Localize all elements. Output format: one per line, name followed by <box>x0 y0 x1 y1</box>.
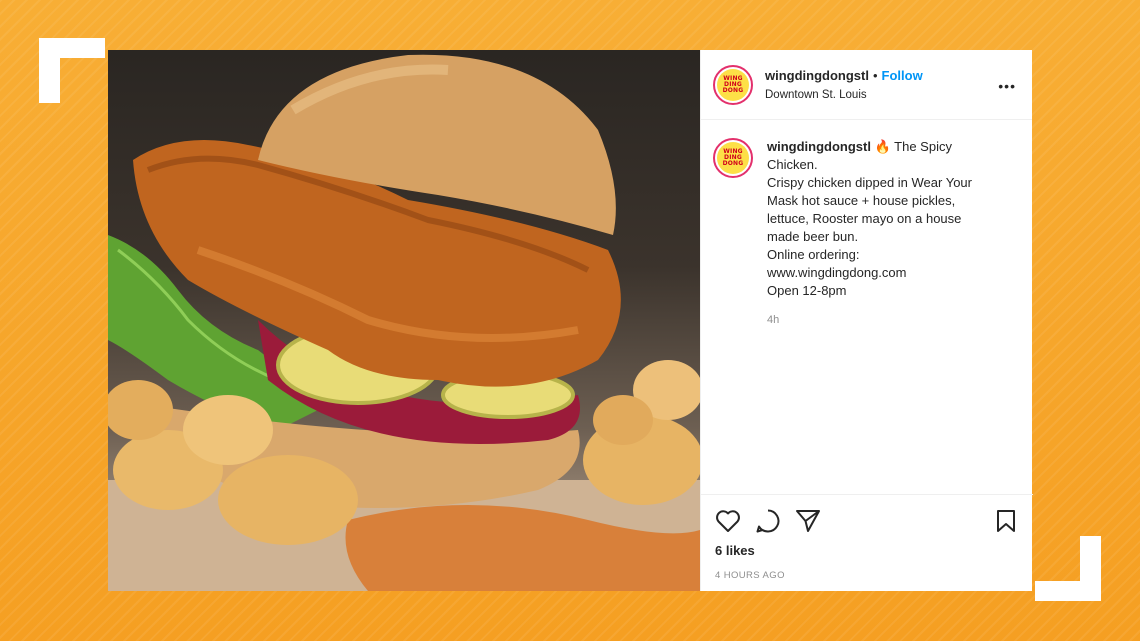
heart-icon[interactable] <box>715 509 741 533</box>
likes-count[interactable]: 6 likes <box>715 543 1017 558</box>
instagram-post: WING DING DONG wingdingdongstl • Follow … <box>108 50 1033 591</box>
post-side-panel: WING DING DONG wingdingdongstl • Follow … <box>700 50 1033 591</box>
fire-emoji-icon: 🔥 <box>874 139 891 154</box>
more-options-icon[interactable]: ••• <box>998 78 1016 94</box>
post-header: WING DING DONG wingdingdongstl • Follow … <box>701 50 1032 120</box>
separator-dot: • <box>872 68 878 83</box>
location-link[interactable]: Downtown St. Louis <box>765 89 923 101</box>
post-actions: 6 likes 4 HOURS AGO <box>701 494 1033 581</box>
comment-icon[interactable] <box>755 508 781 534</box>
wingdingdong-logo: WING DING DONG <box>717 142 749 174</box>
username-link[interactable]: wingdingdongstl <box>765 68 869 83</box>
caption-avatar[interactable]: WING DING DONG <box>713 138 753 178</box>
caption-username-link[interactable]: wingdingdongstl <box>767 139 871 154</box>
avatar[interactable]: WING DING DONG <box>713 64 753 105</box>
logo-line: DONG <box>722 86 744 94</box>
chicken-sandwich-image <box>108 54 700 591</box>
caption-text: wingdingdongstl 🔥 The Spicy Chicken. Cri… <box>767 138 997 300</box>
post-timestamp: 4 HOURS AGO <box>715 570 785 581</box>
caption-block: WING DING DONG wingdingdongstl 🔥 The Spi… <box>701 120 1032 300</box>
caption-body: The Spicy Chicken. Crispy chicken dipped… <box>767 139 972 298</box>
post-photo[interactable] <box>108 50 700 591</box>
corner-bracket-bottom-right <box>1080 536 1101 601</box>
follow-button[interactable]: Follow <box>882 68 923 83</box>
wingdingdong-logo: WING DING DONG <box>717 68 749 101</box>
logo-line: DONG <box>722 160 744 167</box>
bookmark-icon[interactable] <box>995 509 1017 533</box>
corner-bracket-top-left <box>39 38 60 103</box>
caption-age: 4h <box>767 314 780 326</box>
share-icon[interactable] <box>795 509 821 533</box>
